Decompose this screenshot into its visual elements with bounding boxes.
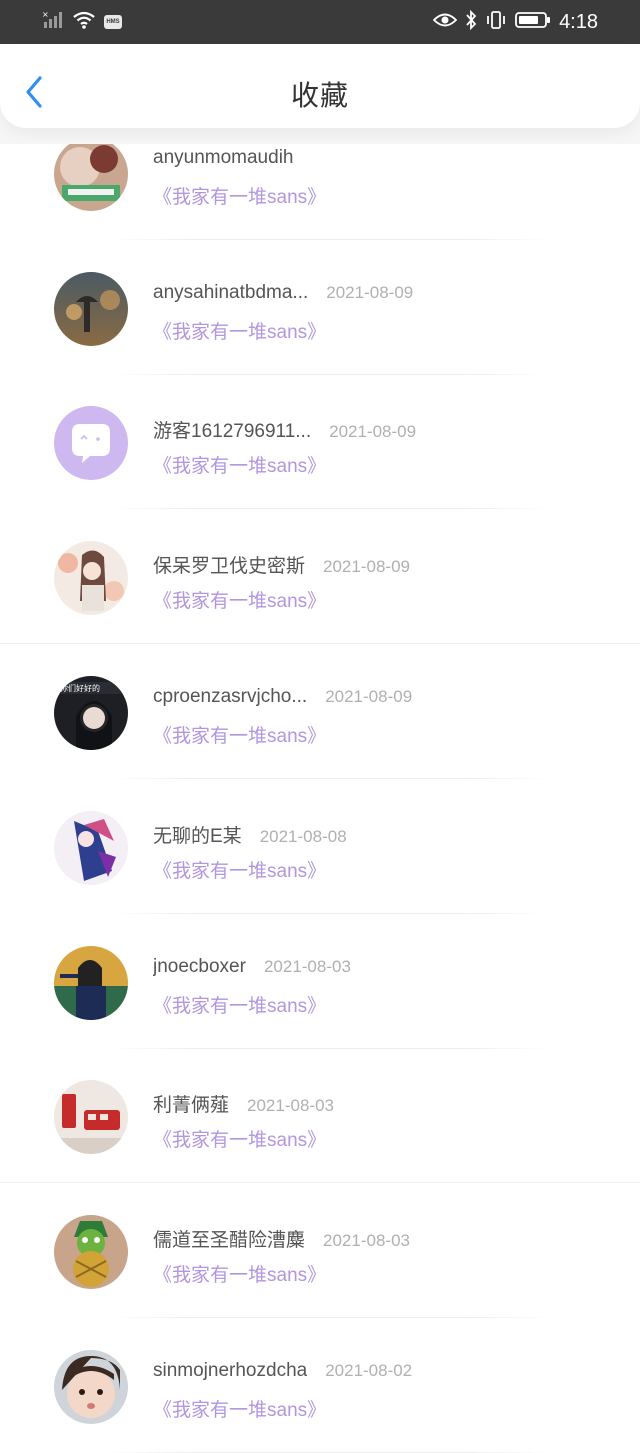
user-name[interactable]: cproenzasrvjcho... [153,686,307,708]
avatar[interactable] [54,1215,128,1289]
book-title-link[interactable]: 《我家有一堆sans》 [153,451,326,478]
user-name[interactable]: anyunmomaudih [153,147,293,169]
avatar[interactable] [54,406,128,480]
header-bar: 收藏 [0,44,640,128]
date-label: 2021-08-03 [247,1096,334,1115]
list-item[interactable]: 利菁俩薤 2021-08-03 《我家有一堆sans》 [0,1048,640,1183]
date-label: 2021-08-09 [323,557,410,576]
avatar[interactable] [54,137,128,211]
avatar[interactable] [54,541,128,615]
book-title-link[interactable]: 《我家有一堆sans》 [153,856,326,883]
book-title-link[interactable]: 《我家有一堆sans》 [153,586,326,613]
user-name[interactable]: sinmojnerhozdcha [153,1360,307,1382]
item-meta: jnoecboxer 2021-08-03 [153,956,351,978]
svg-text:你们好好的: 你们好好的 [60,683,100,693]
list-item[interactable]: jnoecboxer 2021-08-03 《我家有一堆sans》 [0,914,640,1049]
page-title: 收藏 [290,80,349,111]
book-title-link[interactable]: 《我家有一堆sans》 [153,182,326,209]
book-title-link[interactable]: 《我家有一堆sans》 [153,721,326,748]
list-item[interactable]: 游客1612796911... 2021-08-09 《我家有一堆sans》 [0,374,640,509]
item-meta: cproenzasrvjcho... 2021-08-09 [153,686,412,708]
list-item[interactable]: sinmojnerhozdcha 2021-08-02 《我家有一堆sans》 [0,1318,640,1453]
user-name[interactable]: 利菁俩薤 [153,1090,229,1117]
date-label: 2021-08-02 [325,1361,413,1380]
item-meta: 游客1612796911... 2021-08-09 [153,416,416,443]
date-label: 2021-08-09 [325,687,413,706]
item-meta: anysahinatbdma... 2021-08-09 [153,282,413,304]
favorites-list[interactable]: anyunmomaudih 《我家有一堆sans》 anysahinatbdma..… [0,0,640,1453]
list-item[interactable]: anysahinatbdma... 2021-08-09 《我家有一堆sans》 [0,240,640,375]
list-item[interactable]: 保呆罗卫伐史密斯 2021-08-09 《我家有一堆sans》 [0,509,640,644]
user-name[interactable]: jnoecboxer [153,956,246,978]
avatar[interactable] [54,811,128,885]
date-label: 2021-08-03 [263,957,351,976]
book-title-link[interactable]: 《我家有一堆sans》 [153,317,326,344]
date-label: 2021-08-08 [259,827,347,846]
avatar[interactable] [54,272,128,346]
book-title-link[interactable]: 《我家有一堆sans》 [153,991,326,1018]
book-title-link[interactable]: 《我家有一堆sans》 [153,1125,326,1152]
avatar[interactable] [54,1350,128,1424]
date-label: 2021-08-09 [329,422,417,441]
date-label: 2021-08-09 [326,283,414,302]
user-name[interactable]: 游客1612796911... [153,416,311,443]
list-item[interactable]: 无聊的E某 2021-08-08 《我家有一堆sans》 [0,779,640,914]
date-label: 2021-08-03 [323,1231,410,1250]
book-title-link[interactable]: 《我家有一堆sans》 [153,1395,326,1422]
book-title-link[interactable]: 《我家有一堆sans》 [153,1260,326,1287]
avatar[interactable] [54,946,128,1020]
list-item[interactable]: 儒道至圣醋险漕麋 2021-08-03 《我家有一堆sans》 [0,1183,640,1318]
item-meta: 利菁俩薤 2021-08-03 [153,1090,334,1117]
item-meta: anyunmomaudih [153,147,311,169]
item-meta: 保呆罗卫伐史密斯 2021-08-09 [153,551,410,578]
avatar[interactable]: 你们好好的 [54,676,128,750]
item-meta: 儒道至圣醋险漕麋 2021-08-03 [153,1225,410,1252]
avatar[interactable] [54,1080,128,1154]
user-name[interactable]: 保呆罗卫伐史密斯 [153,551,305,578]
item-meta: sinmojnerhozdcha 2021-08-02 [153,1360,412,1382]
item-meta: 无聊的E某 2021-08-08 [153,821,347,848]
user-name[interactable]: 儒道至圣醋险漕麋 [153,1225,305,1252]
user-name[interactable]: anysahinatbdma... [153,282,308,304]
list-item[interactable]: 你们好好的 cproenzasrvjcho... 2021-08-09 《我家有一堆s… [0,644,640,779]
user-name[interactable]: 无聊的E某 [153,821,242,848]
